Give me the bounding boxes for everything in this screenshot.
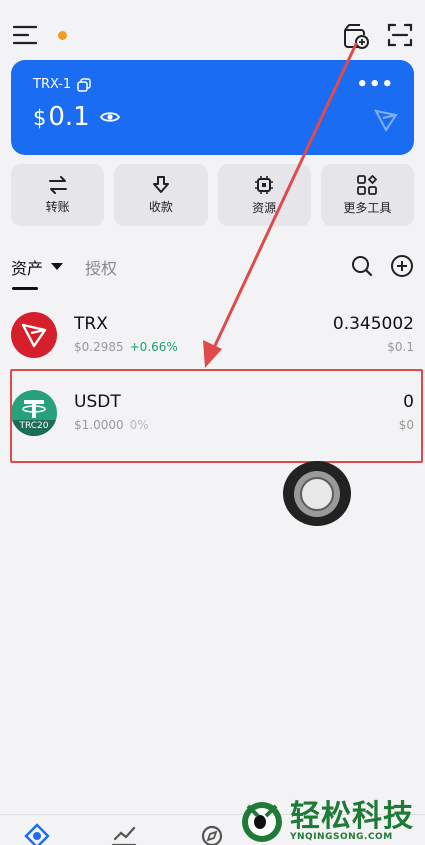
nav-market-icon[interactable]: [111, 823, 137, 845]
floating-assistive-button[interactable]: [283, 461, 351, 526]
annotation-arrow: [203, 42, 358, 368]
watermark-logo-icon: [240, 800, 284, 844]
nav-discover-icon[interactable]: [199, 823, 225, 845]
watermark-title: 轻松科技: [290, 799, 414, 834]
nav-wallet-icon[interactable]: [24, 823, 50, 845]
site-watermark: 轻松科技 YNQINGSONG.COM: [240, 800, 414, 844]
